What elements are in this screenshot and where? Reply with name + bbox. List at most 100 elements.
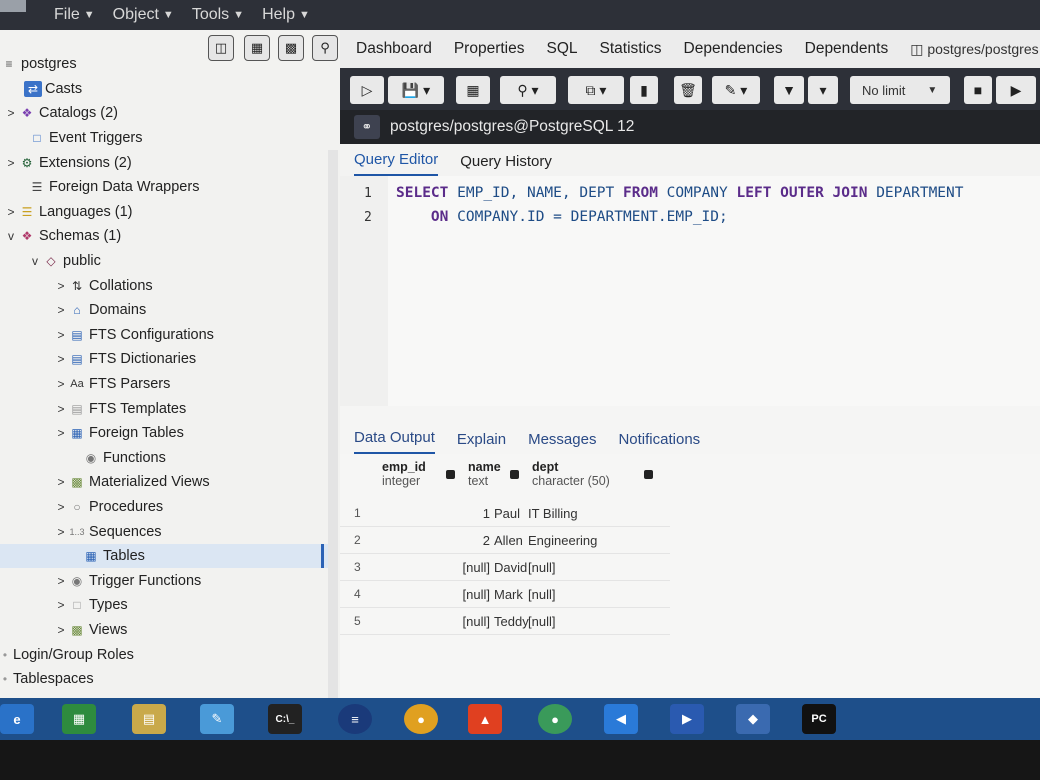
collations-icon: ⇅ [71, 278, 83, 293]
filter-icon[interactable]: ▼ [774, 76, 804, 104]
tree-item-login-roles[interactable]: • Login/Group Roles [0, 642, 330, 667]
tab-dependents[interactable]: Dependents [805, 40, 889, 58]
tab-sql[interactable]: SQL [546, 40, 577, 58]
tab-statistics[interactable]: Statistics [600, 40, 662, 58]
tree-item-public[interactable]: v ◇ public [0, 249, 330, 274]
database-icon[interactable]: ≡ [338, 704, 372, 734]
tab-notifications[interactable]: Notifications [618, 431, 700, 454]
tree-item-fts-configurations[interactable]: > ▤ FTS Configurations [0, 323, 330, 348]
tab-explain[interactable]: Explain [457, 431, 506, 454]
tab-query-history[interactable]: Query History [460, 153, 552, 176]
edit-icon[interactable]: ✎ ▾ [712, 76, 760, 104]
photos-icon[interactable]: ● [538, 704, 572, 734]
cell-name: Teddy [494, 614, 529, 629]
laptop-bezel [0, 740, 1040, 780]
limit-select[interactable]: No limit ▼ [850, 76, 950, 104]
tab-query-tool[interactable]: ◫ postgres/postgres [910, 41, 1038, 58]
row-number: 4 [354, 587, 361, 601]
paste-icon[interactable]: ▮ [630, 76, 658, 104]
tab-data-output[interactable]: Data Output [354, 429, 435, 454]
tree-root-postgres[interactable]: ≡ postgres [0, 52, 330, 77]
lock-icon [446, 470, 455, 479]
table-row[interactable]: 4 [null] Mark [null] [340, 581, 670, 608]
tree-item-tables[interactable]: ▦ Tables [0, 543, 330, 569]
delete-icon[interactable]: 🗑 [674, 76, 702, 104]
line-number: 2 [364, 210, 372, 225]
tree-item-trigger-functions[interactable]: > ◉ Trigger Functions [0, 568, 330, 593]
browser-panel: ◫ ▦ ▩ ⚲ ≡ postgres ⇄ Casts > ❖ Catalogs … [0, 30, 340, 698]
menu-help[interactable]: Help ▼ [262, 6, 310, 24]
chevron-down-icon: ▼ [233, 9, 245, 21]
tree-item-foreign-tables[interactable]: > ▦ Foreign Tables [0, 421, 330, 446]
tree-item-fts-templates[interactable]: > ▤ FTS Templates [0, 396, 330, 421]
menu-object[interactable]: Object ▼ [113, 6, 174, 24]
menu-help-label: Help [262, 6, 295, 23]
table-row[interactable]: 2 2 Allen Engineering [340, 527, 670, 554]
types-icon: □ [73, 598, 81, 613]
browser-scrollbar[interactable] [328, 150, 338, 698]
chrome-icon[interactable]: ● [404, 704, 438, 734]
python-icon[interactable]: ◆ [736, 704, 770, 734]
tree-item-extensions[interactable]: > ⚙ Extensions (2) [0, 150, 330, 175]
notes-icon[interactable]: ✎ [200, 704, 234, 734]
column-header-emp-id[interactable]: emp_id integer [382, 460, 426, 488]
connection-bar[interactable]: ⚭ postgres/postgres@PostgreSQL 12 [340, 110, 1040, 144]
menu-file[interactable]: File ▼ [54, 6, 95, 24]
menu-tools[interactable]: Tools ▼ [192, 6, 244, 24]
tree-item-views[interactable]: > ▩ Views [0, 618, 330, 643]
pgadmin-logo [0, 0, 26, 12]
execute-icon[interactable]: ▶ [996, 76, 1036, 104]
tree-item-tablespaces[interactable]: • Tablespaces [0, 667, 330, 692]
edge-icon[interactable]: e [0, 704, 34, 734]
sql-line-2: ON COMPANY.ID = DEPARTMENT.EMP_ID; [430, 209, 728, 225]
tree-item-fts-parsers[interactable]: > Aa FTS Parsers [0, 372, 330, 397]
sequences-icon: 1..3 [69, 526, 85, 537]
tree-item-materialized-views[interactable]: > ▩ Materialized Views [0, 470, 330, 495]
tree-arrow: > [7, 106, 15, 121]
tree-item-schemas[interactable]: v ❖ Schemas (1) [0, 224, 330, 249]
column-header-name[interactable]: name text [468, 460, 501, 488]
table-row[interactable]: 3 [null] David [null] [340, 554, 670, 581]
tab-dependencies[interactable]: Dependencies [684, 40, 783, 58]
tab-properties[interactable]: Properties [454, 40, 525, 58]
tree-item-event-triggers[interactable]: □ Event Triggers [0, 126, 330, 151]
search-icon[interactable]: ⚲ ▾ [500, 76, 556, 104]
copy-icon[interactable]: ⧉ ▾ [568, 76, 624, 104]
tree-item-functions[interactable]: ◉ Functions [0, 446, 330, 471]
column-header-dept[interactable]: dept character (50) [532, 460, 610, 488]
cell-emp-id: 1 [482, 506, 490, 521]
tree-item-casts[interactable]: ⇄ Casts [0, 77, 330, 102]
store-icon[interactable]: ▦ [62, 704, 96, 734]
tree-item-fdw[interactable]: ☰ Foreign Data Wrappers [0, 175, 330, 200]
find-grid-icon[interactable]: ▦ [456, 76, 490, 104]
lock-icon [644, 470, 653, 479]
table-row[interactable]: 5 [null] Teddy [null] [340, 608, 670, 635]
tree-item-sequences[interactable]: > 1..3 Sequences [0, 519, 330, 544]
stop-icon[interactable]: ■ [964, 76, 992, 104]
tab-messages[interactable]: Messages [528, 431, 596, 454]
tree-item-types[interactable]: > □ Types [0, 593, 330, 618]
zoom-icon[interactable]: ▶ [670, 704, 704, 734]
open-file-icon[interactable]: ▷ [350, 76, 384, 104]
tree-item-procedures[interactable]: > ○ Procedures [0, 495, 330, 520]
pycharm-icon[interactable]: PC [802, 704, 836, 734]
file-explorer-icon[interactable]: ▤ [132, 704, 166, 734]
tree-item-label: Languages (1) [39, 203, 133, 220]
tree-item-domains[interactable]: > ⌂ Domains [0, 298, 330, 323]
tree-item-fts-dictionaries[interactable]: > ▤ FTS Dictionaries [0, 347, 330, 372]
cmd-icon[interactable]: C:\_ [268, 704, 302, 734]
tree-item-collations[interactable]: > ⇅ Collations [0, 273, 330, 298]
column-name: dept [532, 460, 559, 474]
save-file-icon[interactable]: 💾 ▾ [388, 76, 444, 104]
database-icon: ◫ [910, 40, 928, 57]
tab-dashboard[interactable]: Dashboard [356, 40, 432, 58]
tree-item-catalogs[interactable]: > ❖ Catalogs (2) [0, 101, 330, 126]
sql-line-1: SELECT EMP_ID, NAME, DEPT FROM COMPANY L… [396, 185, 964, 201]
tab-query-editor[interactable]: Query Editor [354, 151, 439, 176]
sql-editor[interactable]: 1 2 SELECT EMP_ID, NAME, DEPT FROM COMPA… [340, 176, 1040, 406]
chevron-down-icon[interactable]: ▾ [808, 76, 838, 104]
tree-item-languages[interactable]: > ☰ Languages (1) [0, 200, 330, 225]
table-row[interactable]: 1 1 Paul IT Billing [340, 500, 670, 527]
vscode-icon[interactable]: ◀ [604, 704, 638, 734]
brave-icon[interactable]: ▲ [468, 704, 502, 734]
